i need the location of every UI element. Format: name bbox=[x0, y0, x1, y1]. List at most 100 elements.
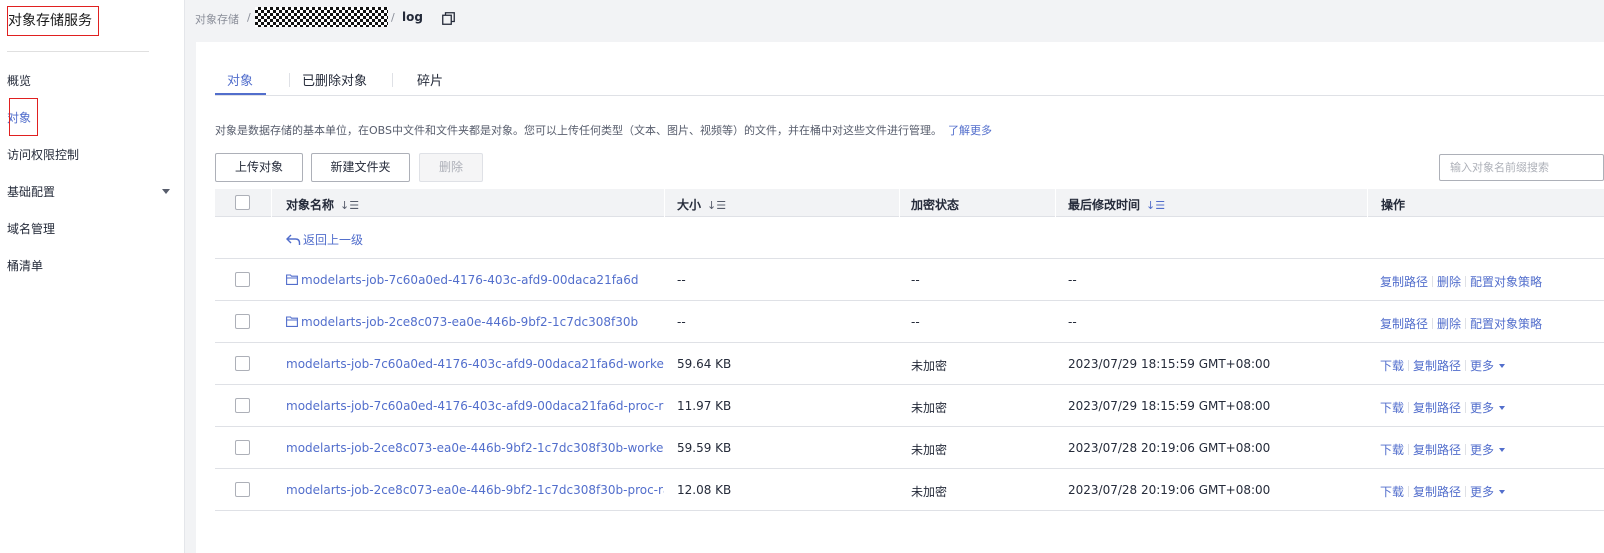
copy-path-link[interactable]: 复制路径 bbox=[1413, 401, 1461, 415]
download-link[interactable]: 下载 bbox=[1380, 443, 1404, 457]
copy-path-link[interactable]: 复制路径 bbox=[1380, 275, 1428, 289]
more-dropdown[interactable]: 更多 bbox=[1470, 359, 1506, 373]
more-label: 更多 bbox=[1470, 443, 1495, 457]
sort-icon[interactable]: ↓☰ bbox=[1146, 199, 1165, 212]
select-all-checkbox[interactable] bbox=[235, 195, 250, 210]
delete-button[interactable]: 删除 bbox=[419, 153, 483, 182]
back-link[interactable]: 返回上一级 bbox=[286, 231, 363, 248]
tab-objects[interactable]: 对象 bbox=[227, 70, 253, 89]
sort-icon[interactable]: ↓☰ bbox=[340, 199, 359, 212]
row-checkbox[interactable] bbox=[235, 314, 250, 329]
configure-policy-link[interactable]: 配置对象策略 bbox=[1470, 275, 1542, 289]
object-name: modelarts-job-2ce8c073-ea0e-446b-9bf2-1c… bbox=[301, 315, 639, 329]
tab-deleted-objects[interactable]: 已删除对象 bbox=[302, 70, 367, 89]
tab-divider bbox=[289, 73, 290, 87]
object-name-link[interactable]: modelarts-job-7c60a0ed-4176-403c-afd9-00… bbox=[286, 399, 664, 413]
table-row: modelarts-job-7c60a0ed-4176-403c-afd9-00… bbox=[215, 259, 1604, 301]
action-divider bbox=[1432, 318, 1434, 329]
object-size: 12.08 KB bbox=[677, 483, 732, 497]
sidebar-divider bbox=[7, 51, 149, 52]
copy-path-link[interactable]: 复制路径 bbox=[1413, 443, 1461, 457]
learn-more-link[interactable]: 了解更多 bbox=[948, 124, 992, 137]
last-modified: 2023/07/29 18:15:59 GMT+08:00 bbox=[1068, 399, 1271, 413]
download-link[interactable]: 下载 bbox=[1380, 359, 1404, 373]
more-dropdown[interactable]: 更多 bbox=[1470, 485, 1506, 499]
table-row: modelarts-job-7c60a0ed-4176-403c-afd9-00… bbox=[215, 385, 1604, 427]
more-label: 更多 bbox=[1470, 401, 1495, 415]
download-link[interactable]: 下载 bbox=[1380, 401, 1404, 415]
row-checkbox[interactable] bbox=[235, 482, 250, 497]
breadcrumb-current: log bbox=[402, 10, 423, 24]
action-divider bbox=[1465, 486, 1467, 497]
action-divider bbox=[1465, 318, 1467, 329]
delete-link[interactable]: 删除 bbox=[1437, 317, 1461, 331]
sidebar-item-bucket-inventory[interactable]: 桶清单 bbox=[7, 258, 43, 274]
action-divider bbox=[1465, 360, 1467, 371]
tab-bar: 对象 已删除对象 碎片 bbox=[215, 68, 1604, 96]
copy-path-link[interactable]: 复制路径 bbox=[1413, 359, 1461, 373]
table-header: 对象名称 ↓☰ 大小 ↓☰ 加密状态 最后修改时间 ↓☰ 操作 bbox=[215, 189, 1604, 217]
configure-policy-link[interactable]: 配置对象策略 bbox=[1470, 317, 1542, 331]
encryption-status: 未加密 bbox=[911, 359, 948, 373]
copy-icon[interactable] bbox=[442, 12, 455, 25]
row-checkbox[interactable] bbox=[235, 272, 250, 287]
object-name-link[interactable]: modelarts-job-2ce8c073-ea0e-446b-9bf2-1c… bbox=[286, 441, 664, 455]
column-header-modified[interactable]: 最后修改时间 ↓☰ bbox=[1068, 196, 1165, 213]
copy-path-link[interactable]: 复制路径 bbox=[1380, 317, 1428, 331]
folder-icon bbox=[286, 316, 298, 327]
delete-link[interactable]: 删除 bbox=[1437, 275, 1461, 289]
tab-fragments[interactable]: 碎片 bbox=[417, 70, 443, 89]
chevron-down-icon bbox=[1499, 490, 1506, 494]
object-name-link[interactable]: modelarts-job-7c60a0ed-4176-403c-afd9-00… bbox=[286, 357, 664, 371]
copy-path-link[interactable]: 复制路径 bbox=[1413, 485, 1461, 499]
new-folder-button[interactable]: 新建文件夹 bbox=[311, 153, 410, 182]
description: 对象是数据存储的基本单位，在OBS中文件和文件夹都是对象。您可以上传任何类型（文… bbox=[215, 122, 992, 138]
encryption-status: 未加密 bbox=[911, 485, 948, 499]
row-checkbox[interactable] bbox=[235, 398, 250, 413]
more-dropdown[interactable]: 更多 bbox=[1470, 443, 1506, 457]
last-modified: 2023/07/28 20:19:06 GMT+08:00 bbox=[1068, 483, 1271, 497]
column-divider bbox=[664, 189, 665, 217]
object-name: modelarts-job-7c60a0ed-4176-403c-afd9-00… bbox=[301, 273, 639, 287]
upload-object-button[interactable]: 上传对象 bbox=[215, 153, 303, 182]
redacted-bucket-name[interactable] bbox=[255, 7, 388, 27]
sidebar-item-overview[interactable]: 概览 bbox=[7, 73, 31, 89]
download-link[interactable]: 下载 bbox=[1380, 485, 1404, 499]
object-name-link[interactable]: modelarts-job-2ce8c073-ea0e-446b-9bf2-1c… bbox=[286, 315, 658, 329]
column-header-name-label: 对象名称 bbox=[286, 198, 335, 212]
object-name-link[interactable]: modelarts-job-7c60a0ed-4176-403c-afd9-00… bbox=[286, 273, 658, 287]
chevron-down-icon bbox=[1499, 364, 1506, 368]
sort-icon[interactable]: ↓☰ bbox=[707, 199, 726, 212]
row-actions: 下载 复制路径 更多 bbox=[1380, 399, 1506, 416]
service-title: 对象存储服务 bbox=[7, 6, 99, 36]
object-size: -- bbox=[677, 315, 686, 329]
encryption-status: -- bbox=[911, 273, 920, 287]
more-label: 更多 bbox=[1470, 359, 1495, 373]
more-dropdown[interactable]: 更多 bbox=[1470, 401, 1506, 415]
object-name-link[interactable]: modelarts-job-2ce8c073-ea0e-446b-9bf2-1c… bbox=[286, 483, 664, 497]
object-size: -- bbox=[677, 273, 686, 287]
chevron-down-icon bbox=[1499, 406, 1506, 410]
sidebar-item-domain-management[interactable]: 域名管理 bbox=[7, 221, 55, 237]
action-divider bbox=[1465, 402, 1467, 413]
back-arrow-icon bbox=[286, 234, 301, 245]
column-header-name[interactable]: 对象名称 ↓☰ bbox=[286, 196, 359, 213]
breadcrumb: 对象存储 / / log bbox=[186, 0, 1604, 42]
search-input[interactable] bbox=[1439, 154, 1604, 181]
tab-active-indicator bbox=[215, 93, 266, 95]
column-divider bbox=[1367, 189, 1368, 217]
row-checkbox[interactable] bbox=[235, 356, 250, 371]
table-row: modelarts-job-2ce8c073-ea0e-446b-9bf2-1c… bbox=[215, 427, 1604, 469]
row-actions: 下载 复制路径 更多 bbox=[1380, 441, 1506, 458]
sidebar-item-basic-config[interactable]: 基础配置 bbox=[7, 184, 55, 200]
breadcrumb-root[interactable]: 对象存储 bbox=[195, 11, 239, 27]
encryption-status: 未加密 bbox=[911, 401, 948, 415]
chevron-down-icon[interactable] bbox=[162, 189, 170, 194]
column-header-size[interactable]: 大小 ↓☰ bbox=[677, 196, 726, 213]
action-divider bbox=[1465, 444, 1467, 455]
encryption-status: -- bbox=[911, 315, 920, 329]
row-checkbox[interactable] bbox=[235, 440, 250, 455]
column-divider bbox=[271, 189, 272, 217]
back-row: 返回上一级 bbox=[215, 217, 1604, 259]
sidebar-item-access-control[interactable]: 访问权限控制 bbox=[7, 147, 79, 163]
